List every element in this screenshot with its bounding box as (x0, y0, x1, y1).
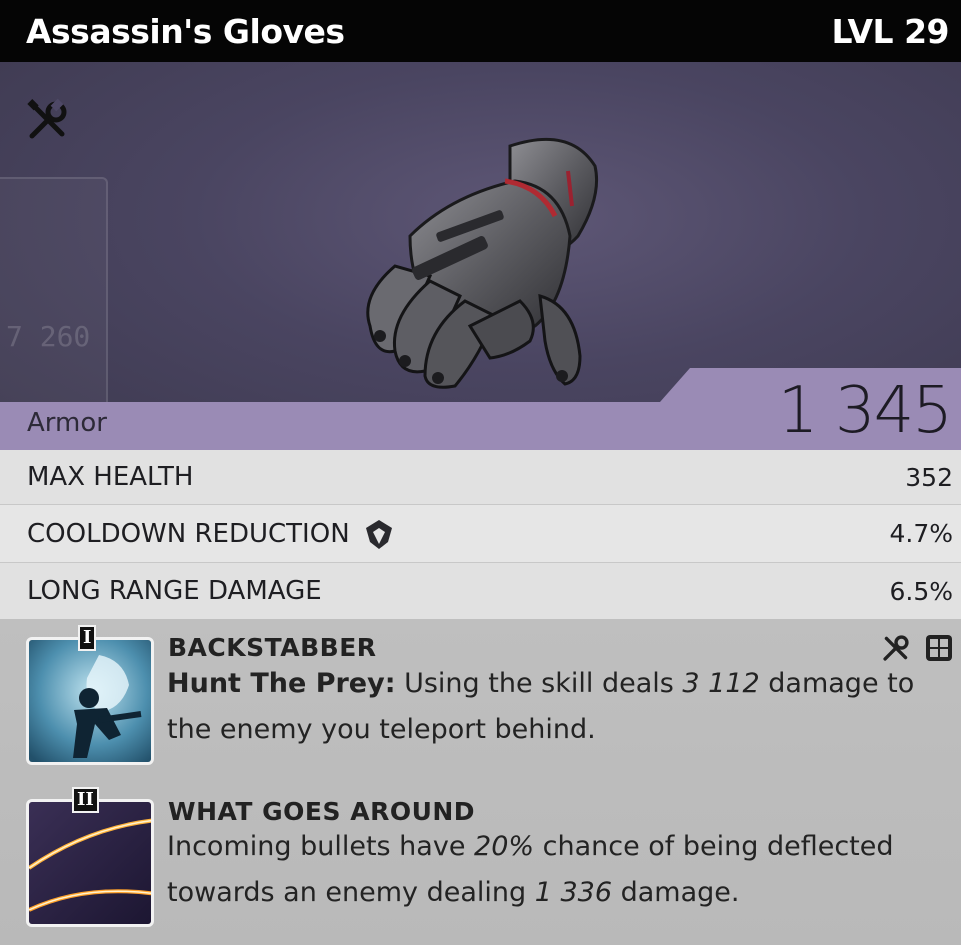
wrench-screwdriver-icon (883, 635, 909, 661)
mod-name: WHAT GOES AROUND (168, 797, 476, 826)
deflect-art-icon (29, 802, 151, 924)
stat-row-max-health: MAX HEALTH 352 (0, 450, 961, 504)
mod-thumbnail (26, 799, 154, 927)
mod-desc-value: 1 336 (534, 877, 613, 908)
mod-name: BACKSTABBER (168, 633, 377, 662)
wrench-screwdriver-icon[interactable] (26, 98, 70, 142)
mod-thumbnail (26, 637, 154, 765)
mod-description: Hunt The Prey: Using the skill deals 3 1… (167, 661, 947, 753)
stat-row-long-range-damage: LONG RANGE DAMAGE 6.5% (0, 562, 961, 619)
armor-label: Armor (27, 408, 107, 438)
mod-desc-value: 20% (474, 831, 535, 862)
item-name: Assassin's Gloves (26, 11, 345, 51)
stat-name-wrapper: COOLDOWN REDUCTION (27, 518, 394, 550)
faction-emblem-icon (365, 519, 392, 549)
stats-list: MAX HEALTH 352 COOLDOWN REDUCTION 4.7% L… (0, 450, 961, 619)
background-number: 7 260 (6, 320, 91, 353)
mod-desc-text: Incoming bullets have (167, 831, 475, 862)
stat-name: LONG RANGE DAMAGE (27, 576, 322, 606)
item-header: Assassin's Gloves LVL 29 (0, 0, 961, 62)
stat-value: 352 (905, 462, 953, 492)
mods-section: I BACKSTABBER Hunt The Prey: Using the s… (0, 619, 961, 945)
stat-value: 4.7% (889, 519, 953, 548)
backstab-art-icon (29, 640, 151, 762)
mod-ability-name: Hunt The Prey: (167, 668, 396, 699)
stat-row-cooldown-reduction: COOLDOWN REDUCTION 4.7% (0, 504, 961, 562)
mod-desc-text: damage. (612, 877, 740, 908)
item-level: LVL 29 (831, 11, 950, 51)
mod-tier-badge: I (78, 625, 97, 651)
stat-value: 6.5% (889, 576, 953, 606)
stat-name: MAX HEALTH (27, 462, 194, 492)
item-card: Assassin's Gloves LVL 29 7 260 Armor 1 3… (0, 0, 961, 945)
mod-desc-value: 3 112 (682, 668, 760, 699)
mod-description: Incoming bullets have 20% chance of bein… (167, 824, 937, 916)
grid-icon (926, 635, 952, 661)
mod-desc-text: Using the skill deals (395, 668, 683, 699)
gloves-image (366, 137, 599, 389)
stat-name: COOLDOWN REDUCTION (27, 518, 350, 549)
armor-value: 1 345 (777, 374, 953, 448)
mod-tier-badge: II (72, 787, 99, 813)
mod-icons (881, 633, 953, 663)
